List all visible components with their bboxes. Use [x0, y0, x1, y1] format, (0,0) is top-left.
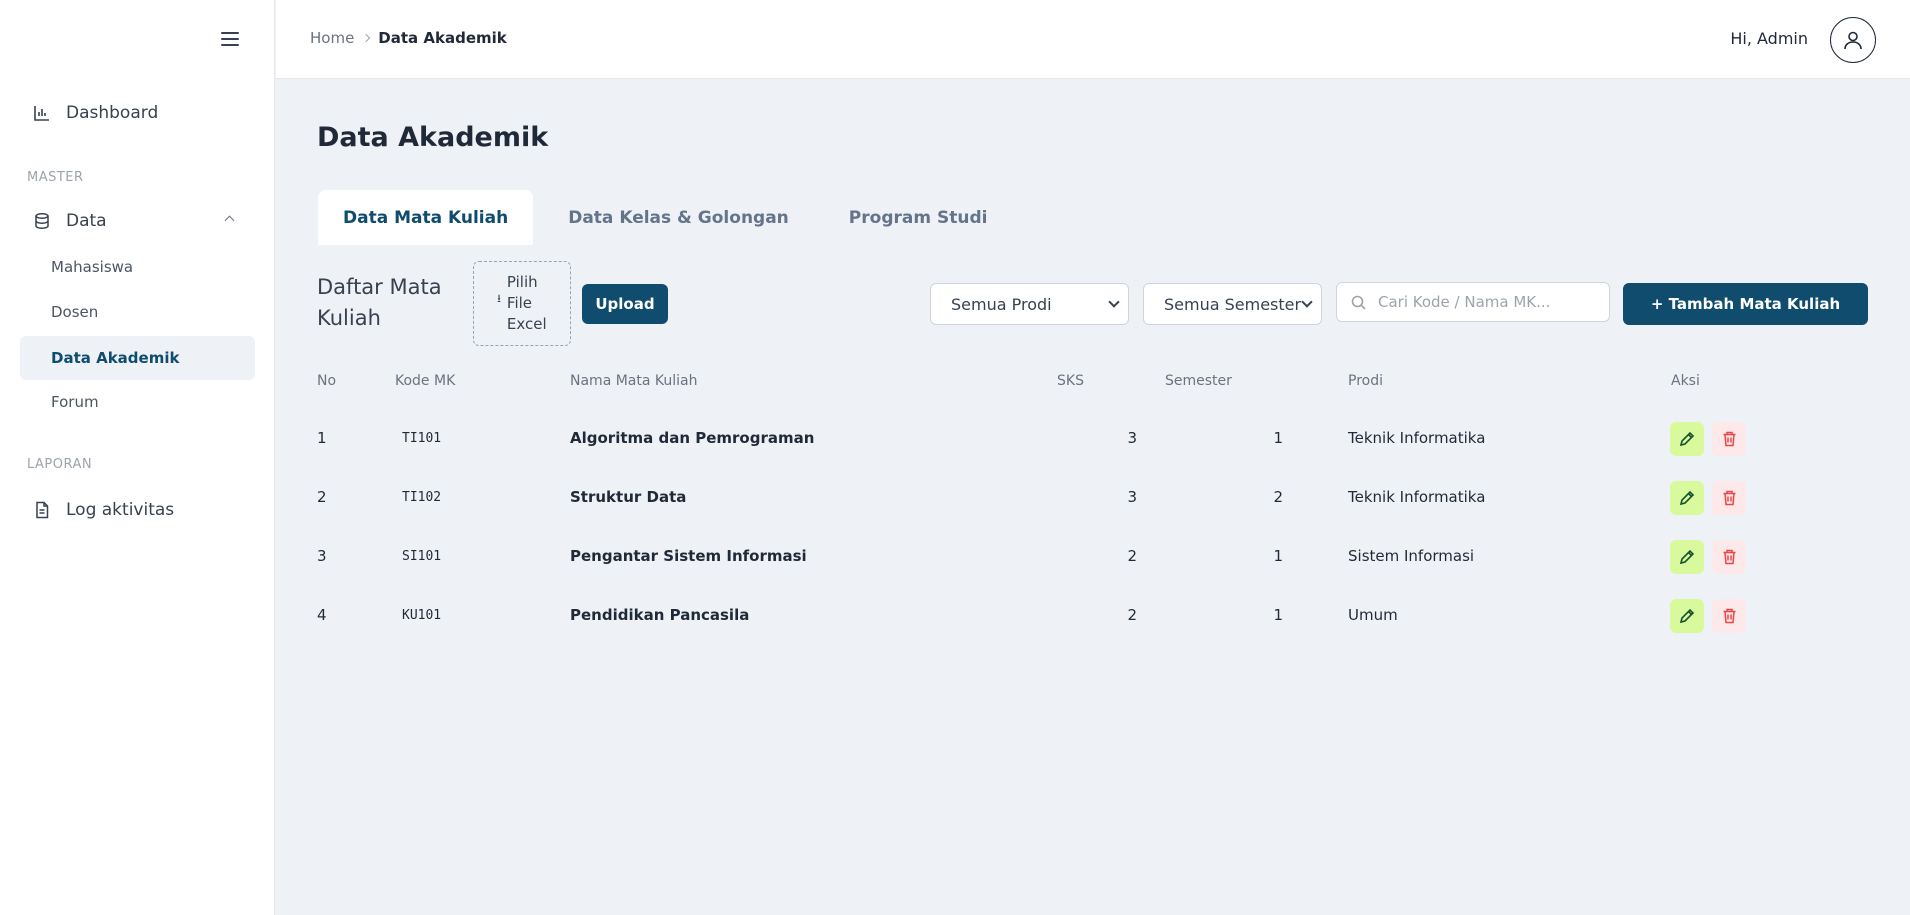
tab-bar: Data Mata Kuliah Data Kelas & Golongan P…: [318, 190, 1022, 245]
search-icon: [1351, 295, 1366, 310]
delete-button[interactable]: [1712, 422, 1746, 456]
cell-prodi: Teknik Informatika: [1348, 429, 1486, 447]
cell-semester: 1: [1273, 606, 1283, 624]
table-row: 4 KU101 Pendidikan Pancasila 2 1 Umum: [317, 586, 1877, 645]
avatar[interactable]: [1830, 17, 1876, 63]
column-header-prodi: Prodi: [1348, 373, 1383, 389]
column-header-aksi: Aksi: [1671, 373, 1700, 389]
sidebar-item-data[interactable]: Data: [20, 199, 255, 243]
cell-no: 3: [317, 547, 327, 565]
cell-kode: TI101: [402, 431, 442, 446]
trash-icon: [1723, 549, 1735, 565]
cell-sks: 3: [1127, 488, 1137, 506]
sidebar-item-log[interactable]: Log aktivitas: [20, 488, 255, 532]
chevron-down-icon: [1301, 296, 1313, 308]
cell-no: 4: [317, 606, 327, 624]
tab-program-studi[interactable]: Program Studi: [824, 190, 1013, 245]
pencil-icon: [1679, 431, 1695, 447]
section-label-master: MASTER: [27, 170, 84, 185]
semester-select[interactable]: Semua Semester: [1143, 283, 1322, 325]
search-box: [1336, 282, 1610, 322]
sidebar-item-mahasiswa[interactable]: Mahasiswa: [20, 245, 255, 289]
cell-nama: Struktur Data: [570, 488, 687, 506]
top-bar: Home Data Akademik Hi, Admin: [276, 0, 1910, 79]
user-greeting: Hi, Admin: [1730, 29, 1808, 48]
cell-semester: 2: [1273, 488, 1283, 506]
prodi-select-value: Semua Prodi: [951, 294, 1052, 314]
sidebar-item-forum[interactable]: Forum: [20, 380, 255, 424]
chevron-up-icon: [224, 215, 235, 226]
prodi-select[interactable]: Semua Prodi: [930, 283, 1129, 325]
user-icon: [1844, 31, 1862, 50]
column-header-semester: Semester: [1165, 373, 1232, 389]
sidebar-item-label: Data: [66, 211, 107, 231]
sidebar-item-data-akademik[interactable]: Data Akademik: [20, 336, 255, 380]
sidebar: Dashboard MASTER Data Mahasiswa Dosen Da…: [0, 0, 275, 915]
column-header-kode: Kode MK: [395, 373, 456, 389]
delete-button[interactable]: [1712, 481, 1746, 515]
page-title: Data Akademik: [317, 122, 549, 153]
chart-icon: [32, 103, 52, 123]
trash-icon: [1723, 431, 1735, 447]
sidebar-item-dashboard[interactable]: Dashboard: [20, 91, 255, 135]
chevron-down-icon: [1108, 296, 1120, 308]
cell-sks: 3: [1127, 429, 1137, 447]
database-icon: [32, 211, 52, 231]
cell-prodi: Umum: [1348, 606, 1398, 624]
column-header-no: No: [317, 373, 337, 389]
section-label-laporan: LAPORAN: [27, 457, 93, 472]
edit-button[interactable]: [1670, 540, 1704, 574]
semester-select-value: Semua Semester: [1164, 294, 1302, 314]
table-row: 3 SI101 Pengantar Sistem Informasi 2 1 S…: [317, 527, 1877, 586]
table-row: 1 TI101 Algoritma dan Pemrograman 3 1 Te…: [317, 409, 1877, 468]
cell-semester: 1: [1273, 547, 1283, 565]
upload-button[interactable]: Upload: [582, 284, 668, 324]
menu-icon[interactable]: [221, 32, 239, 46]
breadcrumb-current: Data Akademik: [378, 29, 507, 47]
cell-prodi: Teknik Informatika: [1348, 488, 1486, 506]
table-row: 2 TI102 Struktur Data 3 2 Teknik Informa…: [317, 468, 1877, 527]
tab-data-mata-kuliah[interactable]: Data Mata Kuliah: [318, 190, 534, 245]
column-header-sks: SKS: [1057, 373, 1084, 389]
add-course-button[interactable]: + Tambah Mata Kuliah: [1623, 283, 1868, 325]
sidebar-item-label: Log aktivitas: [66, 500, 175, 520]
breadcrumb-home[interactable]: Home: [310, 29, 354, 47]
cell-sks: 2: [1127, 606, 1137, 624]
sidebar-item-dosen[interactable]: Dosen: [20, 290, 255, 334]
file-picker-label: Pilih File Excel: [506, 273, 547, 333]
cell-sks: 2: [1127, 547, 1137, 565]
pencil-icon: [1679, 549, 1695, 565]
cell-nama: Algoritma dan Pemrograman: [570, 429, 815, 447]
document-icon: [32, 500, 52, 520]
cell-kode: KU101: [402, 608, 442, 623]
cell-nama: Pendidikan Pancasila: [570, 606, 750, 624]
delete-button[interactable]: [1712, 540, 1746, 574]
cell-kode: TI102: [402, 490, 442, 505]
sidebar-item-label: Dashboard: [66, 103, 159, 123]
cell-semester: 1: [1273, 429, 1283, 447]
trash-icon: [1723, 608, 1735, 624]
cell-kode: SI101: [402, 549, 442, 564]
list-title: Daftar Mata Kuliah: [317, 275, 442, 330]
cell-no: 2: [317, 488, 327, 506]
cell-no: 1: [317, 429, 327, 447]
cell-prodi: Sistem Informasi: [1348, 547, 1475, 565]
upload-icon: ⭳: [497, 292, 501, 305]
search-input[interactable]: [1378, 293, 1598, 311]
breadcrumb: Home Data Akademik: [310, 29, 507, 47]
pencil-icon: [1679, 490, 1695, 506]
tab-data-kelas-golongan[interactable]: Data Kelas & Golongan: [543, 190, 814, 245]
file-picker[interactable]: ⭳ Pilih File Excel: [473, 261, 571, 346]
trash-icon: [1723, 490, 1735, 506]
pencil-icon: [1679, 608, 1695, 624]
delete-button[interactable]: [1712, 599, 1746, 633]
chevron-right-icon: [362, 33, 371, 43]
column-header-nama: Nama Mata Kuliah: [570, 373, 698, 389]
cell-nama: Pengantar Sistem Informasi: [570, 547, 807, 565]
edit-button[interactable]: [1670, 599, 1704, 633]
edit-button[interactable]: [1670, 481, 1704, 515]
edit-button[interactable]: [1670, 422, 1704, 456]
